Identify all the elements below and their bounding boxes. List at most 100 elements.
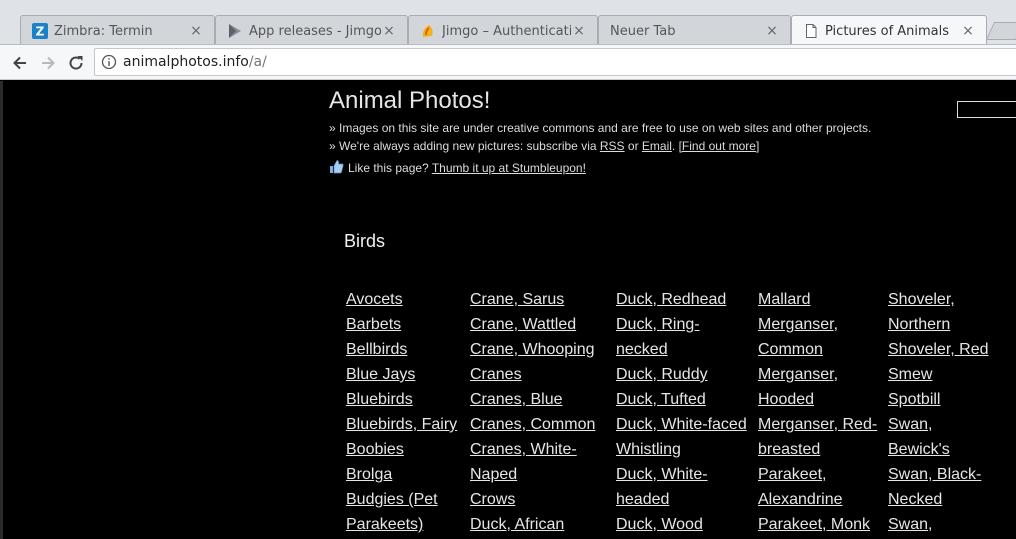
tab-strip: Z Zimbra: Termin × App releases - Jimgo … <box>0 0 1016 45</box>
tab-zimbra[interactable]: Z Zimbra: Termin × <box>20 15 215 44</box>
intro-line-stumbleupon: Like this page? Thumb it up at Stumbleup… <box>329 159 586 175</box>
bird-link[interactable]: Crows <box>470 487 595 512</box>
arrow-right-icon <box>42 56 55 70</box>
bird-link[interactable]: Cranes, Common <box>470 412 595 437</box>
bird-link[interactable]: Brolga <box>346 462 457 487</box>
bird-link[interactable]: Shoveler, <box>888 287 989 312</box>
bird-link[interactable]: Shoveler, Red <box>888 337 989 362</box>
bird-link[interactable]: Bluebirds, Fairy <box>346 412 457 437</box>
info-icon[interactable] <box>101 54 117 70</box>
bird-link[interactable]: Crane, Whooping <box>470 337 595 362</box>
bird-link[interactable]: Budgies (Pet <box>346 487 457 512</box>
close-icon[interactable]: × <box>960 23 976 39</box>
bird-link[interactable]: necked <box>616 337 747 362</box>
or-text: or <box>624 139 642 153</box>
separator-text: . <box>671 139 679 153</box>
bird-link[interactable]: Duck, Wood <box>616 512 747 537</box>
bird-link[interactable]: Cranes <box>470 362 595 387</box>
tab-title: Neuer Tab <box>610 23 676 39</box>
bird-link[interactable]: Duck, African <box>470 512 595 537</box>
address-bar[interactable]: animalphotos.info/a/ <box>94 48 1016 76</box>
bird-column-1: Avocets Barbets Bellbirds Blue Jays Bluebird… <box>346 287 457 537</box>
close-icon[interactable]: × <box>381 23 397 39</box>
bird-column-2: Crane, Sarus Crane, Wattled Crane, Whoopin… <box>470 287 595 537</box>
play-store-icon <box>227 23 243 39</box>
thumbs-up-icon <box>330 160 344 174</box>
jimgo-icon <box>420 23 436 39</box>
bird-column-3: Duck, Redhead Duck, Ring-necked Duck, Rudd… <box>616 287 747 537</box>
bird-link[interactable]: Mallard <box>758 287 877 312</box>
forward-button[interactable] <box>37 52 59 74</box>
bird-link[interactable]: Swan, <box>888 412 989 437</box>
rss-link[interactable]: RSS <box>600 139 625 153</box>
search-input[interactable] <box>957 101 1016 118</box>
bird-column-5: Shoveler, Northern Shoveler, Red Smew Spotbi… <box>888 287 989 537</box>
page-content: Animal Photos! » Images on this site are… <box>0 81 1016 539</box>
bird-link[interactable]: headed <box>616 487 747 512</box>
bird-link[interactable]: Merganser, <box>758 362 877 387</box>
browser-toolbar: animalphotos.info/a/ <box>0 45 1016 80</box>
close-icon[interactable]: × <box>571 23 587 39</box>
email-link[interactable]: Email <box>642 139 672 153</box>
tab-app-releases[interactable]: App releases - Jimgo × <box>215 15 408 44</box>
tab-jimgo-auth[interactable]: Jimgo – Authenticati × <box>408 15 598 44</box>
bird-link[interactable]: Bellbirds <box>346 337 457 362</box>
reload-icon <box>69 56 83 70</box>
bird-link[interactable]: Blue Jays <box>346 362 457 387</box>
bird-link[interactable]: Swan, Black- <box>888 462 989 487</box>
bird-link[interactable]: Cranes, Blue <box>470 387 595 412</box>
close-icon[interactable]: × <box>188 23 204 39</box>
bird-link[interactable]: Merganser, Red- <box>758 412 877 437</box>
bird-link[interactable]: Bewick's <box>888 437 989 462</box>
tab-title: Pictures of Animals <box>825 23 950 39</box>
close-icon[interactable]: × <box>764 23 780 39</box>
section-title-birds: Birds <box>344 231 386 251</box>
bird-link[interactable]: Duck, White-faced <box>616 412 747 437</box>
page-title: Animal Photos! <box>329 87 491 114</box>
stumbleupon-link[interactable]: Thumb it up at Stumbleupon! <box>432 161 586 175</box>
bird-link[interactable]: Alexandrine <box>758 487 877 512</box>
tab-pictures-of-animals[interactable]: Pictures of Animals × <box>791 15 987 44</box>
tab-title: App releases - Jimgo <box>249 23 381 39</box>
intro-line-license: » Images on this site are under creative… <box>329 121 872 135</box>
bird-link[interactable]: Northern <box>888 312 989 337</box>
bird-link[interactable]: Naped <box>470 462 595 487</box>
tab-new-tab[interactable]: Neuer Tab × <box>598 15 791 44</box>
bird-link[interactable]: Smew <box>888 362 989 387</box>
bird-link[interactable]: Duck, White- <box>616 462 747 487</box>
reload-button[interactable] <box>65 52 87 74</box>
new-tab-button[interactable] <box>985 22 1016 40</box>
bird-link[interactable]: Merganser, <box>758 312 877 337</box>
bird-link[interactable]: Duck, Tufted <box>616 387 747 412</box>
zimbra-icon: Z <box>32 23 48 39</box>
intro-line-subscribe: » We're always adding new pictures: subs… <box>329 139 759 153</box>
bird-link[interactable]: Boobies <box>346 437 457 462</box>
bird-link[interactable]: Duck, Ring- <box>616 312 747 337</box>
bird-link[interactable]: Crane, Wattled <box>470 312 595 337</box>
svg-text:Z: Z <box>36 25 45 39</box>
page-icon <box>803 23 819 39</box>
bird-link[interactable]: Parakeet, <box>758 462 877 487</box>
like-text: Like this page? <box>348 161 432 175</box>
bird-link[interactable]: Whistling <box>616 437 747 462</box>
bird-link[interactable]: Swan, <box>888 512 989 537</box>
bird-link[interactable]: Cranes, White- <box>470 437 595 462</box>
bird-link[interactable]: Hooded <box>758 387 877 412</box>
bird-link[interactable]: Parakeet, Monk <box>758 512 877 537</box>
bird-link[interactable]: Common <box>758 337 877 362</box>
bird-link[interactable]: Spotbill <box>888 387 989 412</box>
arrow-left-icon <box>13 56 26 70</box>
bird-link[interactable]: Duck, Redhead <box>616 287 747 312</box>
back-button[interactable] <box>9 52 31 74</box>
tab-title: Zimbra: Termin <box>54 23 153 39</box>
bird-link[interactable]: Bluebirds <box>346 387 457 412</box>
bird-link[interactable]: Duck, Ruddy <box>616 362 747 387</box>
bird-link[interactable]: Parakeets) <box>346 512 457 537</box>
bird-link[interactable]: Avocets <box>346 287 457 312</box>
find-out-more-link[interactable]: [Find out more] <box>679 139 760 153</box>
bird-link[interactable]: Crane, Sarus <box>470 287 595 312</box>
bird-link[interactable]: Necked <box>888 487 989 512</box>
subscribe-text: » We're always adding new pictures: subs… <box>329 139 600 153</box>
bird-link[interactable]: breasted <box>758 437 877 462</box>
bird-link[interactable]: Barbets <box>346 312 457 337</box>
